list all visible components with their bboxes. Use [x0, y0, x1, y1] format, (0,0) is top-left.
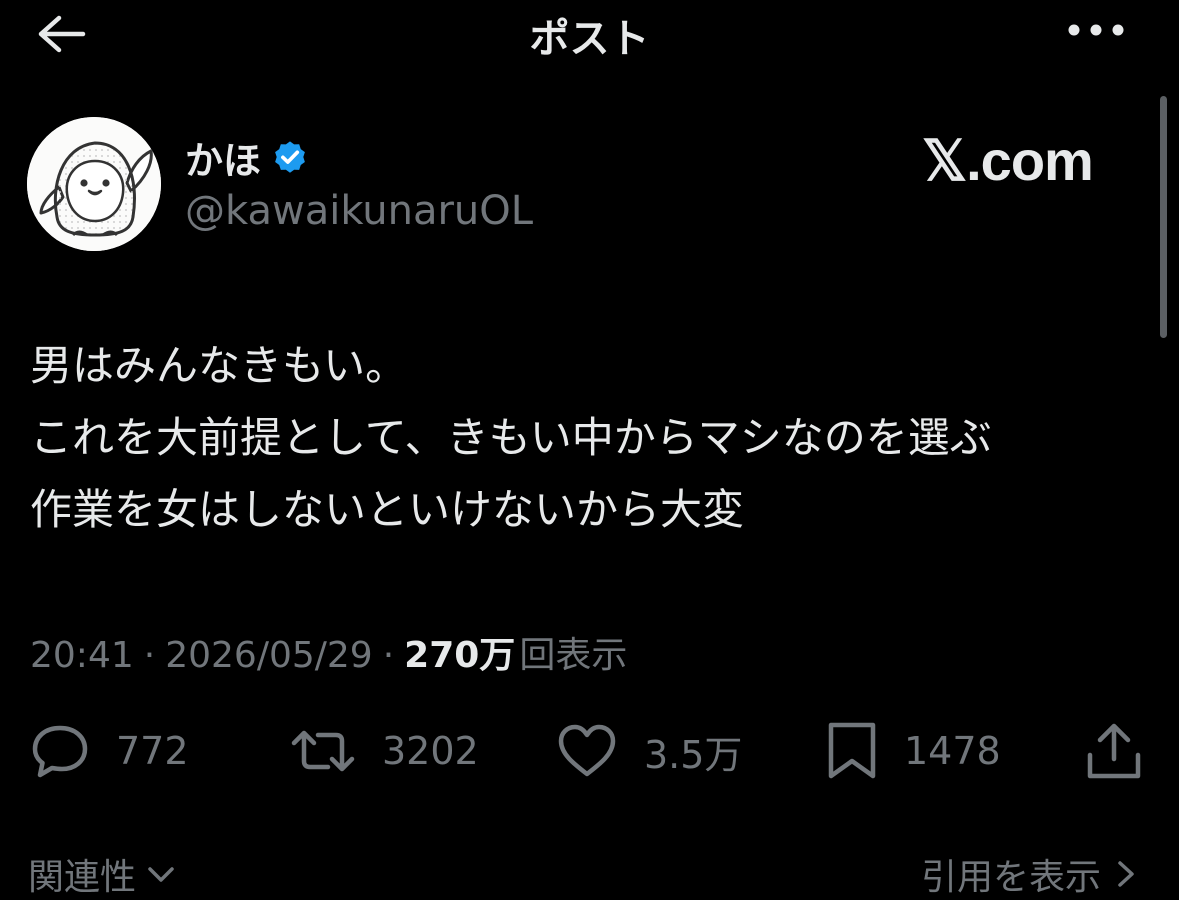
- author-name-text: かほ: [185, 139, 262, 183]
- back-button[interactable]: [30, 10, 90, 58]
- tweet-meta: 20:41 · 2026/05/29 · 270万 回表示: [30, 626, 627, 678]
- reply-icon: [32, 725, 88, 778]
- view-quotes-button[interactable]: 引用を表示: [921, 848, 1139, 900]
- post-date[interactable]: 2026/05/29: [165, 635, 373, 676]
- bookmark-count: 1478: [904, 729, 1001, 773]
- tweet-line: 男はみんなきもい。: [30, 341, 408, 390]
- repost-button[interactable]: 3202: [290, 716, 479, 786]
- views-count[interactable]: 270万: [404, 626, 515, 678]
- separator: ·: [143, 635, 156, 676]
- x-com-watermark: 𝕏.com: [922, 129, 1094, 192]
- share-button[interactable]: [1084, 716, 1144, 786]
- author-handle[interactable]: @kawaikunaruOL: [185, 188, 533, 234]
- repost-icon: [291, 730, 355, 772]
- reply-count: 772: [116, 729, 189, 773]
- scrollbar[interactable]: [1160, 96, 1167, 338]
- chevron-down-icon: [148, 867, 174, 882]
- action-bar: 772 3202 3.5万 1478: [0, 716, 1179, 786]
- views-label: 回表示: [519, 635, 628, 676]
- chevron-right-icon: [1118, 861, 1134, 887]
- author-display-name[interactable]: かほ: [185, 130, 309, 185]
- separator: ·: [382, 635, 395, 676]
- top-bar: ポスト: [0, 0, 1179, 70]
- page-title: ポスト: [529, 16, 650, 62]
- like-button[interactable]: 3.5万: [556, 716, 742, 786]
- quotes-label: 引用を表示: [920, 857, 1101, 898]
- related-label: 関連性: [28, 857, 137, 898]
- verified-badge-icon: [275, 140, 305, 173]
- like-count: 3.5万: [644, 732, 743, 777]
- tweet-line: これを大前提として、きもい中からマシなのを選ぶ: [30, 413, 992, 462]
- tweet-text: 男はみんなきもい。 これを大前提として、きもい中からマシなのを選ぶ 作業を女はし…: [30, 330, 1150, 546]
- repost-count: 3202: [382, 729, 479, 773]
- arrow-left-icon: [38, 15, 86, 53]
- more-horizontal-icon: [1068, 24, 1124, 36]
- tweet-line: 作業を女はしないといけないから大変: [30, 485, 745, 534]
- bookmark-icon: [828, 722, 876, 779]
- avatar[interactable]: [27, 117, 161, 251]
- more-options-button[interactable]: [1061, 10, 1131, 50]
- penguin-avatar-icon: [27, 117, 161, 251]
- share-icon: [1087, 723, 1141, 779]
- sort-relevance-button[interactable]: 関連性: [28, 848, 178, 900]
- heart-icon: [558, 724, 616, 777]
- bookmark-button[interactable]: 1478: [826, 716, 1001, 786]
- reply-button[interactable]: 772: [30, 716, 189, 786]
- post-time[interactable]: 20:41: [30, 635, 134, 676]
